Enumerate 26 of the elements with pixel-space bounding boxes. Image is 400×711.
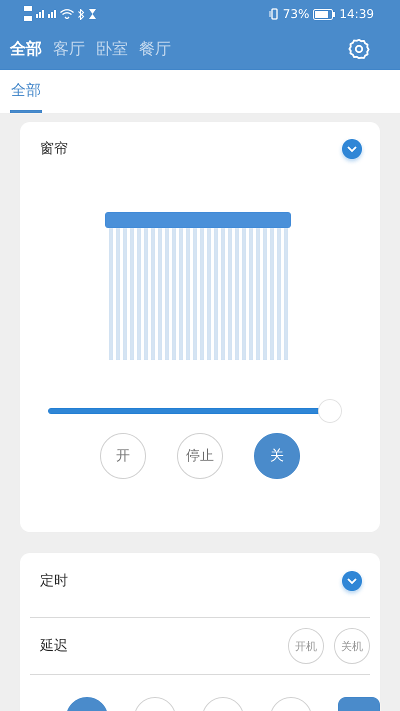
curtain-button[interactable]: 停止 bbox=[177, 433, 223, 479]
room-tab[interactable]: 客厅 bbox=[53, 38, 85, 60]
vibrate-icon bbox=[268, 8, 279, 20]
card-title: 定时 bbox=[40, 572, 68, 590]
bluetooth-icon bbox=[78, 8, 85, 20]
signal-icon bbox=[48, 10, 56, 18]
curtain-button[interactable]: 关 bbox=[254, 433, 300, 479]
delay-label: 延迟 bbox=[40, 637, 68, 655]
room-tab[interactable]: 餐厅 bbox=[139, 38, 171, 60]
card-title: 窗帘 bbox=[40, 140, 68, 158]
signal-icon bbox=[36, 10, 44, 18]
delay-button[interactable]: 开机 bbox=[288, 628, 324, 664]
delay-button[interactable]: 关机 bbox=[334, 628, 370, 664]
room-tab[interactable]: 卧室 bbox=[96, 38, 128, 60]
room-tab[interactable]: 全部 bbox=[10, 38, 42, 60]
chevron-icon[interactable] bbox=[341, 570, 363, 592]
chevron-icon[interactable] bbox=[341, 138, 363, 160]
wifi-icon bbox=[60, 9, 74, 19]
hd-icon bbox=[24, 6, 32, 22]
curtain-button[interactable]: 开 bbox=[100, 433, 146, 479]
settings-icon[interactable] bbox=[348, 38, 370, 60]
clock-time: 14:39 bbox=[339, 7, 374, 21]
battery-icon bbox=[313, 8, 336, 20]
sub-tab[interactable]: 全部 bbox=[10, 70, 42, 113]
battery-percentage: 73% bbox=[282, 7, 310, 21]
hourglass-icon bbox=[89, 9, 96, 19]
